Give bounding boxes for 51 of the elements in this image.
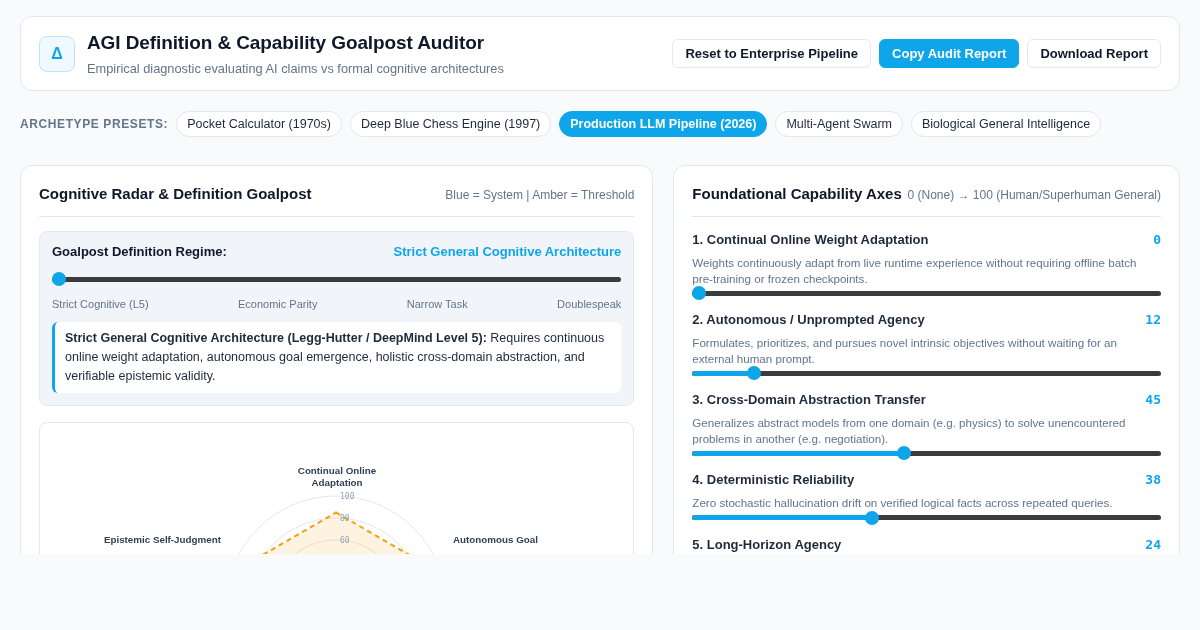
scale-label: Strict Cognitive (L5) xyxy=(52,298,149,311)
capability-score: 12 xyxy=(1145,312,1161,328)
regime-label: Goalpost Definition Regime: xyxy=(52,244,227,260)
preset-chip[interactable]: Multi-Agent Swarm xyxy=(775,111,903,137)
axis-label: Epistemic Self-Judgment xyxy=(103,534,221,547)
capability-score: 24 xyxy=(1145,536,1161,553)
action-button[interactable]: Download Report xyxy=(1027,39,1161,68)
slider-track[interactable] xyxy=(692,446,1161,460)
ring-scale-label: 60 xyxy=(340,536,350,546)
preset-chip[interactable]: Pocket Calculator (1970s) xyxy=(176,111,342,137)
capability-score: 45 xyxy=(1145,392,1161,408)
scale-note: 0 (None) → 100 (Human/Superhuman General) xyxy=(907,187,1161,204)
ring-scale-label: 100 xyxy=(340,492,355,502)
scale-label: Economic Parity xyxy=(237,298,318,311)
panel-title: Cognitive Radar & Definition Goalpost xyxy=(39,184,312,204)
capability-score: 38 xyxy=(1145,472,1161,488)
capability-name: 4. Deterministic Reliability xyxy=(692,472,855,488)
regime-description: Strict General Cognitive Architecture (Legg-Hutter / DeepMind Level 5): Requires continuous online weight adaptation, autonomous goal emergence, holistic cross-domain abstraction, and verifiable epistemic validity. xyxy=(52,322,622,394)
logo: Δ xyxy=(39,35,75,72)
slider-thumb[interactable] xyxy=(52,272,66,286)
slider-thumb[interactable] xyxy=(896,446,911,460)
capability-name: 2. Autonomous / Unprompted Agency xyxy=(692,312,925,328)
capability-score: 0 xyxy=(1153,232,1161,248)
action-button[interactable]: Reset to Enterprise Pipeline xyxy=(672,39,872,68)
capability-name: 5. Long-Horizon Agency xyxy=(692,536,842,553)
ring-scale-label: 80 xyxy=(340,514,350,524)
capability-description: Weights continuously adapt from live runtime experience without requiring offline batch pre-training or frozen checkpoints. xyxy=(692,255,1138,286)
capability-name: 3. Cross-Domain Abstraction Transfer xyxy=(692,392,926,408)
scale-label: Doublespeak xyxy=(557,298,622,311)
preset-chip[interactable]: Deep Blue Chess Engine (1997) xyxy=(350,111,552,137)
regime-value: Strict General Cognitive Architecture xyxy=(393,244,622,260)
slider-thumb[interactable] xyxy=(692,286,707,300)
axis-label: Autonomous Goal xyxy=(453,534,538,547)
slider-track[interactable] xyxy=(692,366,1161,380)
presets-label: ARCHETYPE PRESETS: xyxy=(20,116,169,133)
preset-chip[interactable]: Biological General Intelligence xyxy=(911,111,1102,137)
app-subtitle: Empirical diagnostic evaluating AI claims vs formal cognitive architectures xyxy=(87,59,504,77)
chart-legend: Blue = System | Amber = Threshold xyxy=(445,186,635,204)
slider-track[interactable] xyxy=(692,286,1161,300)
axis-label: Continual Online Adaptation xyxy=(296,465,378,489)
app-title: AGI Definition & Capability Goalpost Auditor xyxy=(87,30,486,55)
capability-name: 1. Continual Online Weight Adaptation xyxy=(692,232,929,248)
slider-track[interactable] xyxy=(692,510,1161,525)
slider-track[interactable] xyxy=(52,272,622,286)
slider-thumb[interactable] xyxy=(865,510,880,525)
capability-description: Formulates, prioritizes, and pursues novel intrinsic objectives without waiting for an external human prompt. xyxy=(692,335,1118,366)
slider-thumb[interactable] xyxy=(746,366,761,380)
panel-title: Foundational Capability Axes xyxy=(692,184,902,204)
scale-label: Narrow Task xyxy=(406,298,468,311)
capability-description: Zero stochastic hallucination drift on verified logical facts across repeated queries. xyxy=(692,495,1114,511)
capability-description: Generalizes abstract models from one domain (e.g. physics) to solve unencountered problems in another (e.g. negotiation). xyxy=(692,415,1127,446)
